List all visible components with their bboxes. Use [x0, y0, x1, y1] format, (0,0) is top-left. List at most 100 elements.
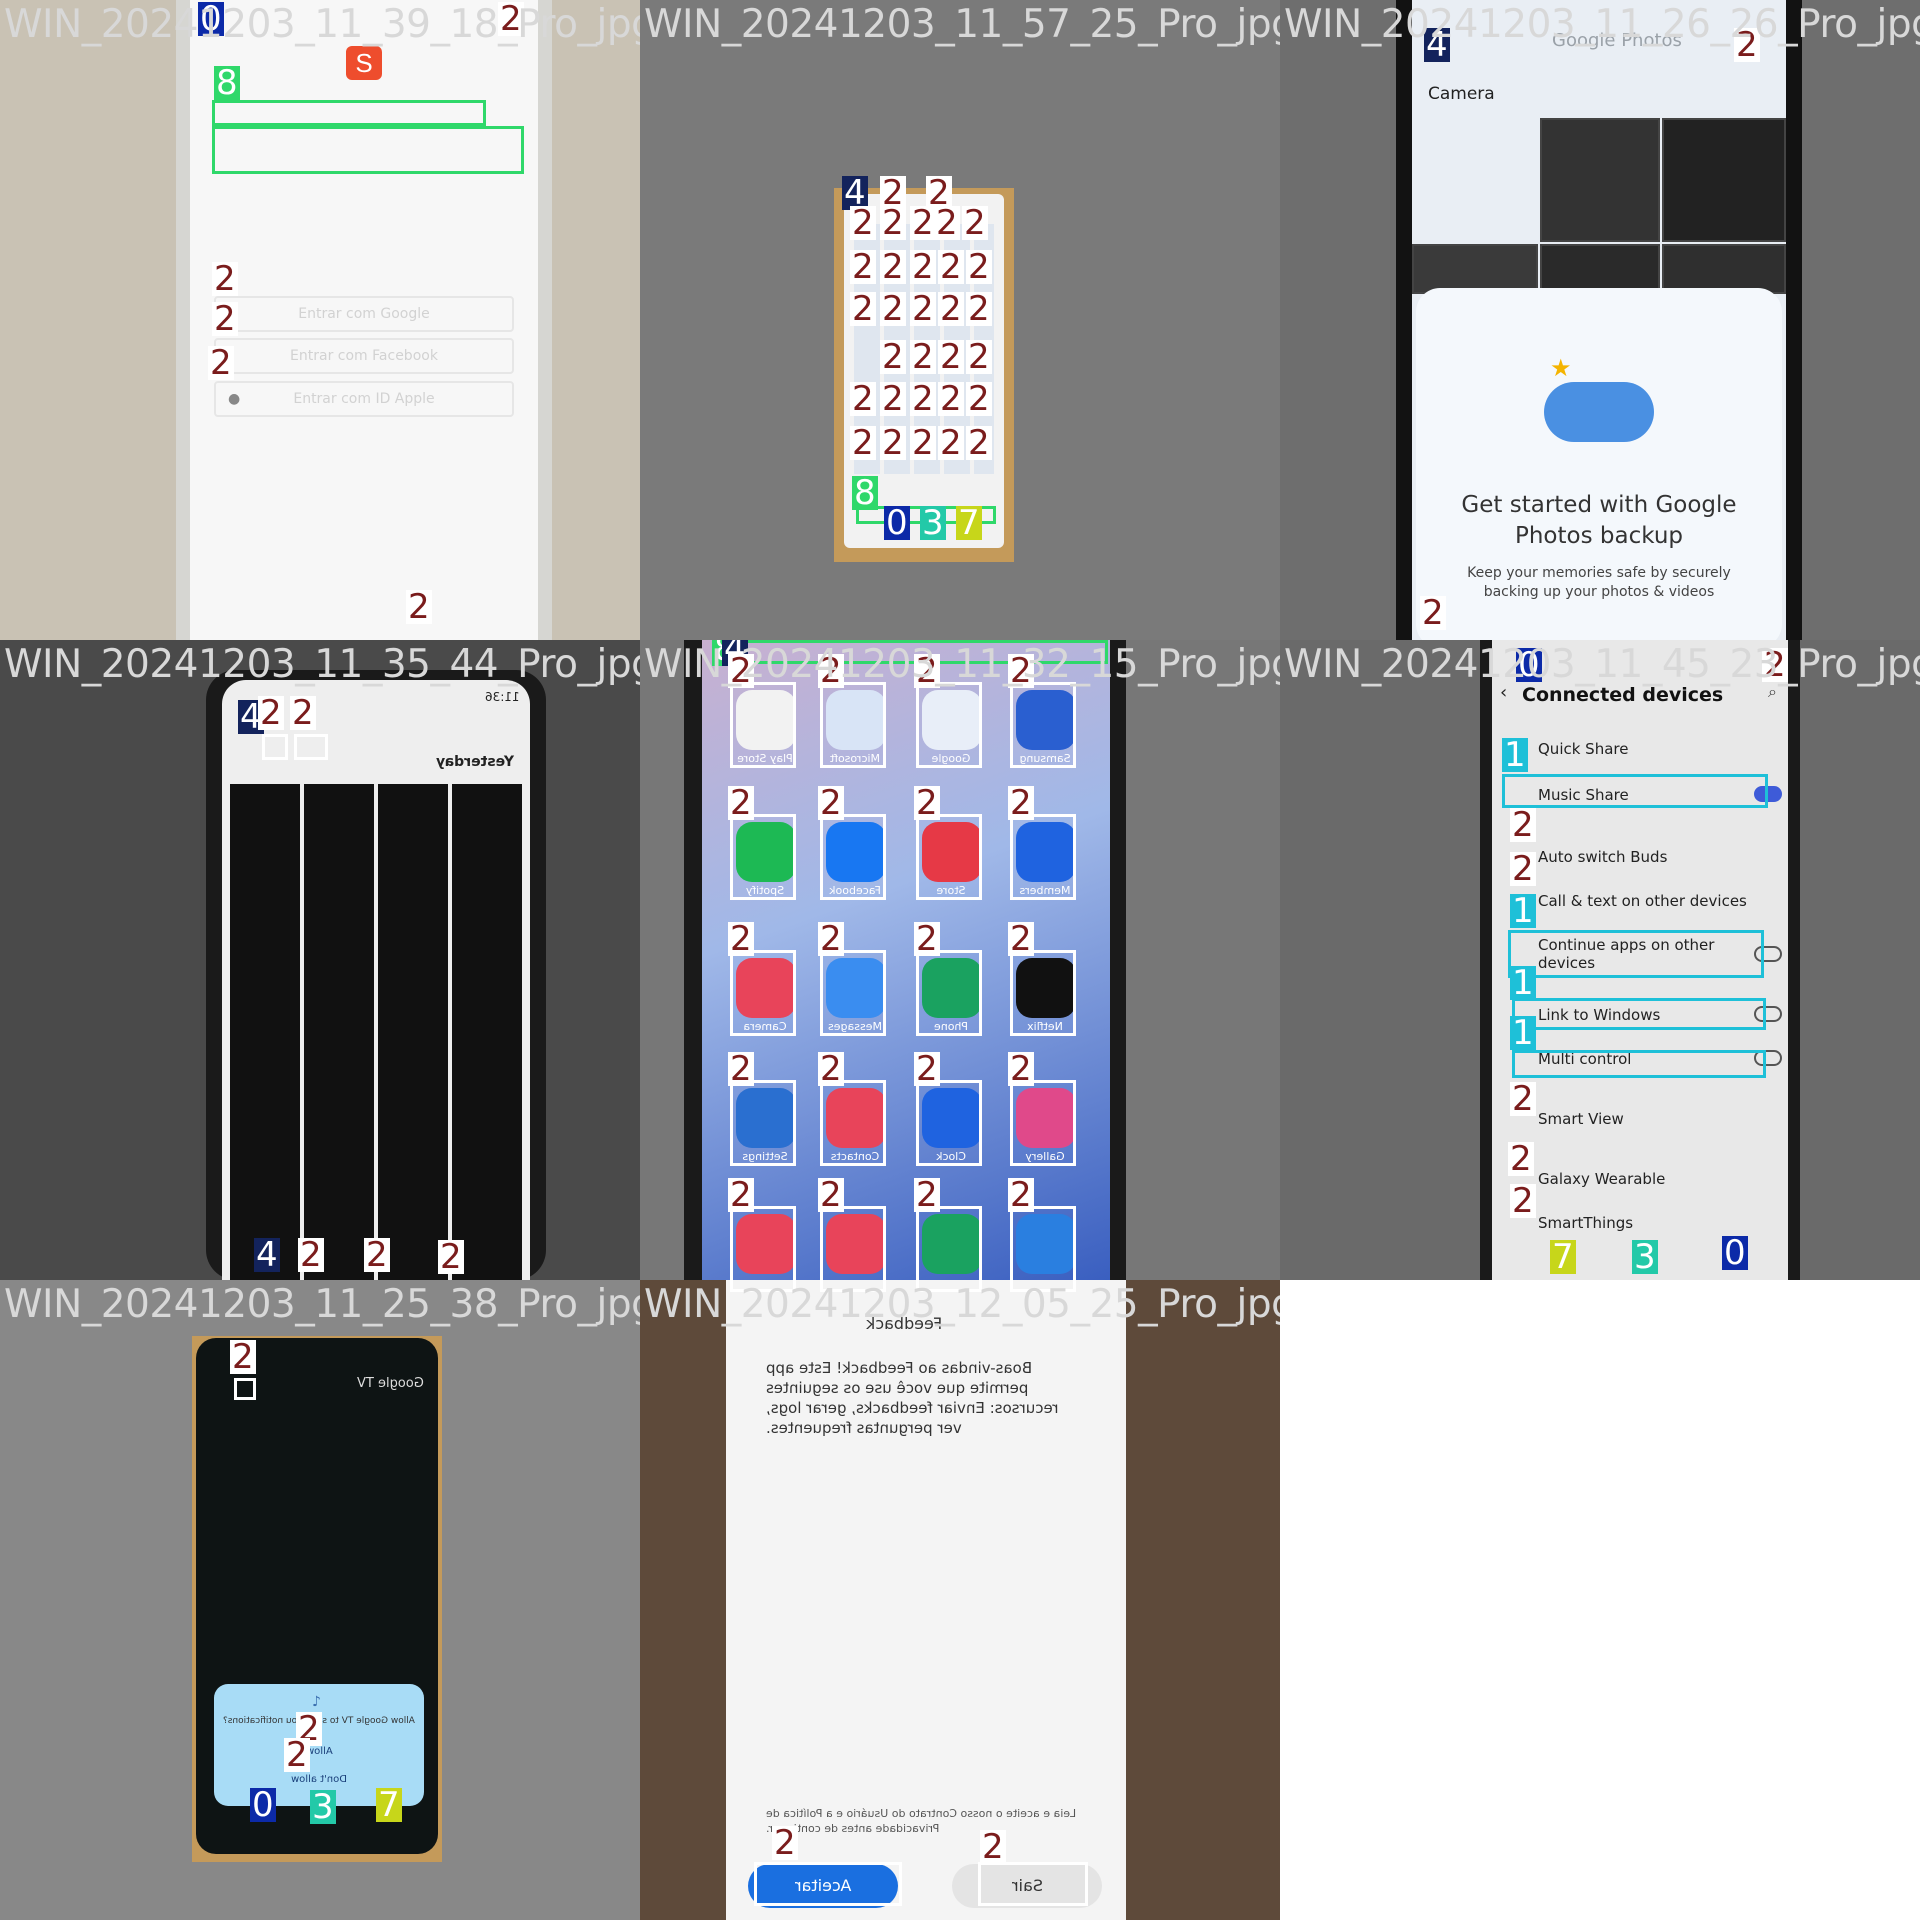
class-label: 7 [376, 1785, 402, 1825]
class-label: 7 [1550, 1237, 1576, 1277]
backup-body: Keep your memories safe by securely back… [1467, 565, 1731, 600]
terms-text[interactable]: Leia e aceite o nosso Contrato do Usuári… [766, 1806, 1086, 1836]
class-label: 2 [728, 1175, 754, 1215]
class-label: 2 [966, 379, 992, 419]
class-label: 2 [914, 783, 940, 823]
class-label: 2 [1508, 1139, 1534, 1179]
login-facebook-button[interactable]: Entrar com Facebook [214, 338, 514, 374]
class-label: 2 [1510, 1079, 1536, 1119]
class-label: 2 [728, 783, 754, 823]
page-title: Connected devices [1522, 684, 1724, 706]
tile-caption: WIN_20241203_11_45_23_Pro_jpg.rf [1284, 642, 1920, 687]
welcome-text: Boas-vindas ao Feedback! Este app permit… [766, 1359, 1059, 1437]
device-item-galaxy-wearable[interactable]: Galaxy Wearable [1538, 1170, 1788, 1188]
detection-box [1512, 998, 1766, 1030]
class-label: 2 [914, 919, 940, 959]
class-label: 2 [910, 337, 936, 377]
class-label: 2 [1008, 919, 1034, 959]
class-label: 3 [310, 1787, 336, 1827]
tile-caption: WIN_20241203_11_32_15_Pro_jpg.rf.0d9ca26… [644, 642, 1280, 687]
detection-box [820, 1080, 886, 1166]
tile-caption: WIN_20241203_11_39_18_Pro_jpg.rf.0fffc88… [4, 2, 640, 47]
class-label: 1 [1502, 735, 1528, 775]
photo-thumbnail[interactable] [1662, 244, 1786, 294]
device-item-quick-share[interactable]: Quick Share [1538, 740, 1788, 758]
detection-box [916, 950, 982, 1036]
class-label: 2 [212, 299, 238, 339]
class-label: 2 [938, 379, 964, 419]
class-label: 2 [1510, 1181, 1536, 1221]
phone-screen: Google TV ♪ Allow Google TV to send you … [196, 1338, 438, 1854]
detection-box [730, 1206, 796, 1292]
class-label: 2 [406, 587, 432, 627]
device-item-smart-view[interactable]: Smart View [1538, 1110, 1788, 1128]
detection-box [916, 1080, 982, 1166]
detection-box [916, 814, 982, 900]
login-google-button[interactable]: Entrar com Google [214, 296, 514, 332]
class-label: 2 [290, 693, 316, 733]
device-item-smartthings[interactable]: SmartThings [1538, 1214, 1788, 1232]
bell-icon: ♪ [312, 1694, 321, 1710]
device-item-auto-switch-buds[interactable]: Auto switch Buds [1538, 848, 1788, 866]
class-label: 2 [818, 1049, 844, 1089]
class-label: 2 [966, 289, 992, 329]
detection-box [820, 950, 886, 1036]
photo-thumbnail[interactable] [1540, 118, 1660, 242]
phone-screen: S Entrar com Google Entrar com Facebook … [190, 0, 538, 640]
tile-login: WIN_20241203_11_39_18_Pro_jpg.rf.0fffc88… [0, 0, 640, 640]
tile-caption: WIN_20241203_11_57_25_Pro_jpg.rf.5ffa576 [644, 2, 1280, 47]
class-label: 2 [910, 379, 936, 419]
class-label: 2 [910, 423, 936, 463]
class-label: 2 [938, 247, 964, 287]
class-label: 2 [910, 203, 936, 243]
dont-allow-button[interactable]: Don't allow [276, 1774, 362, 1785]
class-label: 0 [884, 503, 910, 543]
search-icon[interactable] [262, 734, 288, 760]
apple-icon: ● [228, 391, 241, 407]
class-label: 2 [880, 423, 906, 463]
class-label: 2 [212, 259, 238, 299]
class-label: 2 [850, 379, 876, 419]
detection-box [730, 814, 796, 900]
photo-thumbnail[interactable] [1412, 244, 1538, 294]
photo-thumbnail[interactable] [1662, 118, 1786, 242]
login-apple-button[interactable]: ● Entrar com ID Apple [214, 381, 514, 417]
class-label: 7 [956, 503, 982, 543]
class-label: 2 [298, 1235, 324, 1275]
tile-caption: WIN_20241203_11_26_26_Pro_jpg.rf.7f [1284, 2, 1920, 47]
class-label: 2 [910, 289, 936, 329]
class-label: 3 [1632, 1237, 1658, 1277]
detection-box [978, 1862, 1088, 1906]
class-label: 2 [938, 337, 964, 377]
class-label: 1 [1510, 1013, 1536, 1053]
tile-feedback: WIN_20241203_12_05_25_Pro_jpg.rf.c2369cb… [640, 1280, 1280, 1920]
class-label: 2 [880, 247, 906, 287]
class-label: 2 [1420, 593, 1446, 633]
cloud-lock-icon [1544, 382, 1654, 442]
tile-google-photos: WIN_20241203_11_26_26_Pro_jpg.rf.7f Goog… [1280, 0, 1920, 640]
class-label: 2 [818, 1175, 844, 1215]
device-item-call-text[interactable]: Call & text on other devices [1538, 892, 1788, 910]
detection-box [1010, 1080, 1076, 1166]
detection-box [212, 100, 486, 126]
class-label: 2 [880, 289, 906, 329]
class-label: 2 [880, 337, 906, 377]
search-icon[interactable] [234, 1378, 256, 1400]
class-label: 2 [772, 1823, 798, 1863]
cloud-off-icon[interactable] [294, 734, 328, 760]
app-brand: Google TV [357, 1376, 424, 1391]
tile-empty [1280, 1280, 1920, 1920]
class-label: 2 [850, 247, 876, 287]
class-label: 1 [1510, 891, 1536, 931]
class-label: 2 [818, 783, 844, 823]
photo-thumbnail[interactable] [1540, 244, 1660, 294]
detection-box [820, 814, 886, 900]
class-label: 2 [850, 423, 876, 463]
class-label: 2 [284, 1735, 310, 1775]
class-label: 2 [966, 423, 992, 463]
detection-box [1010, 950, 1076, 1036]
camera-section-title: Camera [1428, 84, 1495, 104]
class-label: 2 [1510, 805, 1536, 845]
class-label: 2 [728, 919, 754, 959]
detection-box [1502, 774, 1768, 808]
